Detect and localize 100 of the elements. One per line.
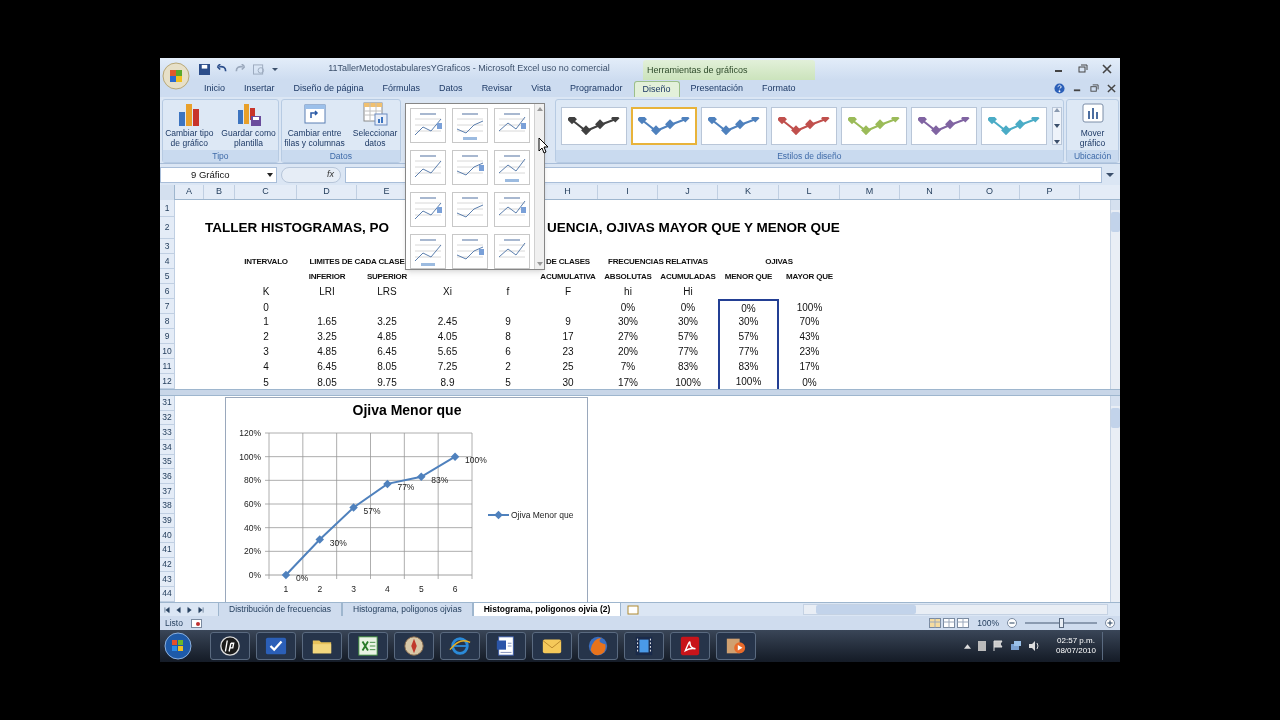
taskbar-button[interactable]	[256, 632, 296, 660]
column-header[interactable]: K	[718, 185, 779, 199]
save-icon[interactable]	[199, 63, 210, 75]
restore-icon[interactable]	[1090, 84, 1099, 93]
row-header[interactable]: 8	[160, 314, 175, 329]
close-icon[interactable]	[1102, 64, 1112, 74]
layout-thumbnail[interactable]	[452, 192, 488, 227]
row-header[interactable]: 2	[160, 217, 175, 239]
ribbon-tab[interactable]: Insertar	[236, 81, 283, 97]
column-header[interactable]: N	[900, 185, 960, 199]
slider-thumb[interactable]	[1059, 618, 1064, 628]
column-header[interactable]: O	[960, 185, 1020, 199]
row-header[interactable]: 9	[160, 329, 175, 344]
gallery-scrollbar[interactable]	[534, 104, 544, 269]
ribbon-button[interactable]: Mover gráfico	[1077, 102, 1108, 148]
row-header[interactable]: 33	[160, 425, 175, 441]
column-header[interactable]: A	[175, 185, 204, 199]
column-header[interactable]: C	[235, 185, 297, 199]
column-header[interactable]: M	[840, 185, 900, 199]
row-header[interactable]: 7	[160, 299, 175, 314]
layout-thumbnail[interactable]	[452, 150, 488, 185]
ribbon-tab[interactable]: Presentación	[682, 81, 752, 97]
chart-area[interactable]: Ojiva Menor que 0% 20% 40% 60% 80% 100% 120% 1 2 3 4 5 6 0% 30% 57% 77% 83% 100% Ojiva Menor que	[225, 397, 588, 602]
row-header[interactable]: 43	[160, 572, 175, 587]
more-icon[interactable]	[1053, 140, 1060, 144]
view-mode-icon[interactable]	[929, 618, 942, 628]
row-header[interactable]: 37	[160, 484, 175, 499]
row-header[interactable]: 6	[160, 284, 175, 299]
ribbon-tab[interactable]: Datos	[431, 81, 471, 97]
layout-thumbnail[interactable]	[494, 192, 530, 227]
chart-style-thumbnail[interactable]	[700, 107, 767, 145]
ribbon-tab[interactable]: Programador	[562, 81, 631, 97]
taskbar-button[interactable]	[532, 632, 572, 660]
sheet-tab[interactable]: Histograma, poligonos ojvia (2)	[472, 602, 622, 617]
ribbon-tab[interactable]: Diseño	[633, 81, 680, 97]
help-icon[interactable]	[1054, 83, 1065, 94]
column-header[interactable]: P	[1020, 185, 1080, 199]
zoom-level[interactable]: 100%	[977, 616, 999, 630]
flag-icon[interactable]	[992, 640, 1004, 652]
restore-icon[interactable]	[1078, 64, 1088, 74]
taskbar-button[interactable]	[670, 632, 710, 660]
row-header[interactable]: 1	[160, 200, 175, 217]
device-icon[interactable]	[976, 640, 987, 652]
sheet-nav-icon[interactable]	[164, 605, 171, 614]
function-button[interactable]: fx	[327, 168, 334, 182]
row-header[interactable]: 5	[160, 269, 175, 284]
layout-thumbnail[interactable]	[452, 234, 488, 269]
scroll-up-icon[interactable]	[536, 107, 543, 111]
column-header[interactable]: B	[204, 185, 235, 199]
column-header[interactable]: D	[297, 185, 357, 199]
ribbon-tab[interactable]: Vista	[523, 81, 559, 97]
row-header[interactable]: 34	[160, 440, 175, 455]
layout-thumbnail[interactable]	[452, 108, 488, 143]
ribbon-button[interactable]: Guardar como plantilla	[219, 102, 278, 148]
scroll-down-icon[interactable]	[1053, 124, 1060, 128]
column-header[interactable]: I	[598, 185, 658, 199]
layout-thumbnail[interactable]	[410, 150, 446, 185]
name-box[interactable]: 9 Gráfico	[160, 167, 277, 183]
taskbar-button[interactable]	[302, 632, 342, 660]
row-header[interactable]: 12	[160, 374, 175, 389]
ribbon-tab[interactable]: Inicio	[196, 81, 233, 97]
chart-style-thumbnail[interactable]	[770, 107, 837, 145]
tray-arrow-icon[interactable]	[963, 643, 971, 649]
zoom-in-icon[interactable]	[1105, 618, 1115, 628]
network-icon[interactable]	[1009, 640, 1022, 652]
vertical-scrollbar[interactable]	[1110, 200, 1120, 389]
taskbar-button[interactable]	[486, 632, 526, 660]
layout-thumbnail[interactable]	[494, 108, 530, 143]
chart-style-thumbnail[interactable]	[630, 107, 697, 145]
taskbar-button[interactable]	[210, 632, 250, 660]
row-header[interactable]: 10	[160, 344, 175, 359]
ribbon-tab[interactable]: Formato	[754, 81, 804, 97]
taskbar-button[interactable]	[348, 632, 388, 660]
taskbar-button[interactable]	[716, 632, 756, 660]
row-header[interactable]: 4	[160, 254, 175, 269]
row-header[interactable]: 40	[160, 528, 175, 543]
ribbon-tab[interactable]: Fórmulas	[374, 81, 429, 97]
column-header[interactable]: L	[779, 185, 840, 199]
layout-thumbnail[interactable]	[410, 192, 446, 227]
gallery-scroll-buttons[interactable]	[1051, 107, 1062, 145]
layout-thumbnail[interactable]	[410, 108, 446, 143]
scroll-up-icon[interactable]	[1053, 108, 1060, 112]
vertical-scrollbar[interactable]	[1110, 396, 1120, 602]
ribbon-tab[interactable]: Revisar	[473, 81, 521, 97]
expand-icon[interactable]	[1106, 171, 1114, 179]
chart-style-thumbnail[interactable]	[980, 107, 1047, 145]
chart-style-thumbnail[interactable]	[910, 107, 977, 145]
layout-thumbnail[interactable]	[410, 234, 446, 269]
sheet-tab[interactable]: Histograma, poligonos ojvias	[342, 602, 473, 617]
dropdown-icon[interactable]	[272, 66, 278, 72]
row-header[interactable]: 31	[160, 396, 175, 411]
ribbon-tab[interactable]: Diseño de página	[285, 81, 372, 97]
row-header[interactable]: 36	[160, 469, 175, 485]
layout-thumbnail[interactable]	[494, 234, 530, 269]
macro-record-icon[interactable]	[190, 618, 202, 628]
layout-thumbnail[interactable]	[494, 150, 530, 185]
zoom-out-icon[interactable]	[1007, 618, 1017, 628]
sheet-nav-icon[interactable]	[197, 605, 204, 614]
start-button-icon[interactable]	[164, 632, 192, 660]
row-header[interactable]: 11	[160, 359, 175, 374]
